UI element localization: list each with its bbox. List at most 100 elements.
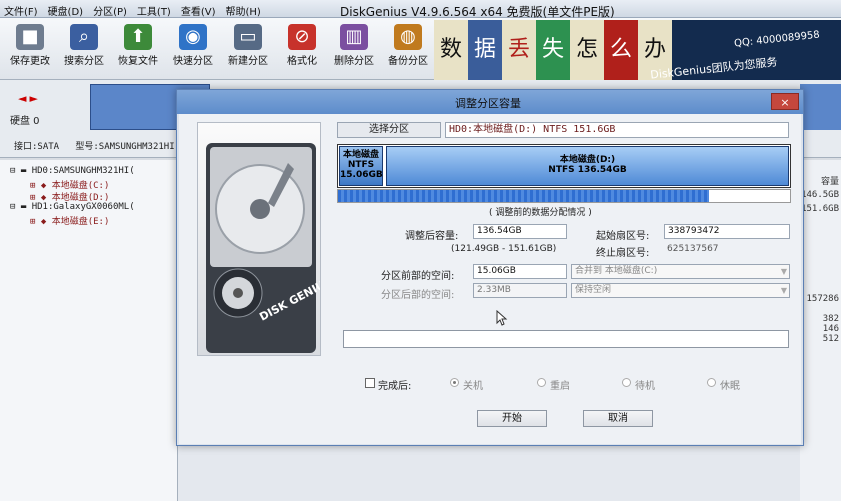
front-segment-size: 15.06GB	[340, 170, 383, 180]
partition-list-panel: 容量 146.5GB 151.6GB 157286 382 146 512	[800, 160, 841, 501]
after-done-checkbox[interactable]	[365, 378, 375, 388]
info-value: 382	[822, 314, 839, 324]
delete-partition-label: 删除分区	[334, 56, 374, 67]
front-space-action-select[interactable]: 合并到 本地磁盘(C:) ▼	[571, 264, 790, 279]
quick-partition-button[interactable]: ◉ 快速分区	[165, 20, 221, 78]
capacity-value: 146.5GB	[801, 190, 839, 200]
format-label: 格式化	[287, 56, 317, 67]
end-sector-value: 625137567	[667, 244, 719, 254]
front-space-input[interactable]: 15.06GB	[473, 264, 567, 279]
menu-bar: 文件(F) 硬盘(D) 分区(P) 工具(T) 查看(V) 帮助(H)	[0, 0, 267, 18]
target-partition-segment[interactable]: 本地磁盘(D:) NTFS 136.54GB	[386, 146, 789, 186]
progress-bar	[343, 330, 789, 348]
tree-disk-hd0[interactable]: ⊟ ▬ HD0:SAMSUNGHM321HI(	[10, 166, 135, 176]
radio-hibernate[interactable]	[707, 378, 716, 387]
info-value: 512	[822, 334, 839, 344]
disk-nav-arrows[interactable]: ◄►	[18, 92, 41, 105]
option-shutdown-label: 关机	[463, 381, 483, 392]
backup-partition-button[interactable]: ◍ 备份分区	[380, 20, 436, 78]
back-space-input[interactable]: 2.33MB	[473, 283, 567, 298]
disk-map-strip-right[interactable]	[800, 84, 841, 130]
data-distribution-fill	[338, 190, 709, 202]
info-value: 146	[822, 324, 839, 334]
start-sector-label: 起始扇区号:	[596, 231, 650, 242]
search-icon: ⌕	[70, 24, 98, 50]
recover-files-label: 恢复文件	[118, 56, 158, 67]
cancel-button[interactable]: 取消	[583, 410, 653, 427]
after-size-label: 调整后容量:	[405, 231, 459, 242]
radio-standby[interactable]	[622, 378, 631, 387]
front-space-action-value: 合并到 本地磁盘(C:)	[575, 266, 658, 276]
disk-label: 硬盘 0	[10, 116, 40, 127]
format-button[interactable]: ⊘ 格式化	[274, 20, 330, 78]
banner-tile: 么	[604, 20, 638, 80]
banner-tile: 怎	[570, 20, 604, 80]
dialog-body: DISK GENIUS 选择分区 HD0:本地磁盘(D:) NTFS 151.6…	[179, 114, 801, 444]
back-space-action-value: 保持空闲	[575, 285, 612, 295]
tree-disk-hd1[interactable]: ⊟ ▬ HD1:GalaxyGX0060ML(	[10, 202, 135, 212]
selected-partition-display: HD0:本地磁盘(D:) NTFS 151.6GB	[445, 122, 789, 138]
select-partition-button[interactable]: 选择分区	[337, 122, 441, 138]
menu-disk[interactable]: 硬盘(D)	[44, 0, 90, 18]
menu-file[interactable]: 文件(F)	[0, 0, 44, 18]
banner-phone: QQ: 4000089958	[733, 29, 821, 50]
disk-model: 型号:SAMSUNGHM321HI	[75, 142, 175, 152]
start-sector-input[interactable]: 338793472	[664, 224, 790, 239]
menu-tools[interactable]: 工具(T)	[133, 0, 177, 18]
capacity-value: 151.6GB	[801, 204, 839, 214]
dialog-title: 调整分区容量	[455, 97, 521, 110]
backup-partition-label: 备份分区	[388, 56, 428, 67]
menu-view[interactable]: 查看(V)	[177, 0, 222, 18]
radio-shutdown[interactable]	[450, 378, 459, 387]
chevron-down-icon: ▼	[780, 267, 787, 276]
title-bar: 文件(F) 硬盘(D) 分区(P) 工具(T) 查看(V) 帮助(H) Disk…	[0, 0, 841, 19]
search-partition-label: 搜索分区	[64, 56, 104, 67]
size-range-text: (121.49GB - 151.61GB)	[451, 244, 557, 254]
new-partition-label: 新建分区	[228, 56, 268, 67]
after-size-input[interactable]: 136.54GB	[473, 224, 567, 239]
option-hibernate-label: 休眠	[720, 381, 740, 392]
target-segment-name: 本地磁盘(D:)	[559, 155, 616, 165]
front-space-segment[interactable]: 本地磁盘 NTFS 15.06GB	[339, 146, 383, 186]
new-partition-button[interactable]: ▭ 新建分区	[220, 20, 276, 78]
radio-restart[interactable]	[537, 378, 546, 387]
quick-partition-label: 快速分区	[173, 56, 213, 67]
delete-partition-button[interactable]: ▥ 删除分区	[326, 20, 382, 78]
back-space-label: 分区后部的空间:	[381, 290, 455, 301]
tree-partition-e[interactable]: ⊞ ◆ 本地磁盘(E:)	[30, 214, 109, 227]
menu-partition[interactable]: 分区(P)	[89, 0, 133, 18]
close-icon[interactable]: ×	[771, 93, 799, 110]
option-standby-label: 待机	[635, 381, 655, 392]
quick-partition-icon: ◉	[179, 24, 207, 50]
save-icon: ■	[16, 24, 44, 50]
promo-banner[interactable]: 数 据 丢 失 怎 么 办 DiskGenius团队为您服务 QQ: 40000…	[434, 20, 841, 80]
end-sector-label: 终止扇区号:	[596, 248, 650, 259]
front-segment-fs: NTFS	[347, 160, 375, 170]
hard-disk-illustration: DISK GENIUS	[197, 122, 321, 356]
new-partition-icon: ▭	[234, 24, 262, 50]
resize-partition-dialog: 调整分区容量 × DISK GENIUS 选择分区 HD0:本地磁盘(D:) N…	[176, 89, 804, 446]
start-button[interactable]: 开始	[477, 410, 547, 427]
disk-interface: 接口:SATA	[14, 142, 60, 152]
option-restart-label: 重启	[550, 381, 570, 392]
column-header-capacity[interactable]: 容量	[821, 174, 839, 187]
banner-tile: 数	[434, 20, 468, 80]
disk-tree: ⊟ ▬ HD0:SAMSUNGHM321HI( ⊞ ◆ 本地磁盘(C:) ⊞ ◆…	[0, 160, 178, 501]
distribution-caption: ( 调整前的数据分配情况 )	[489, 208, 592, 218]
chevron-down-icon: ▼	[780, 286, 787, 295]
info-value: 157286	[806, 294, 839, 304]
front-space-label: 分区前部的空间:	[381, 271, 455, 282]
menu-help[interactable]: 帮助(H)	[222, 0, 267, 18]
save-changes-label: 保存更改	[10, 56, 50, 67]
partition-resize-bar[interactable]: 本地磁盘 NTFS 15.06GB 本地磁盘(D:) NTFS 136.54GB	[337, 144, 791, 188]
backup-icon: ◍	[394, 24, 422, 50]
dialog-title-bar[interactable]: 调整分区容量 ×	[177, 90, 803, 114]
search-partition-button[interactable]: ⌕ 搜索分区	[56, 20, 112, 78]
back-space-action-select[interactable]: 保持空闲 ▼	[571, 283, 790, 298]
save-changes-button[interactable]: ■ 保存更改	[2, 20, 58, 78]
banner-tile: 丢	[502, 20, 536, 80]
format-icon: ⊘	[288, 24, 316, 50]
recover-files-button[interactable]: ⬆ 恢复文件	[110, 20, 166, 78]
disk-info: 接口:SATA 型号:SAMSUNGHM321HI	[14, 139, 175, 152]
front-segment-name: 本地磁盘	[342, 150, 379, 160]
